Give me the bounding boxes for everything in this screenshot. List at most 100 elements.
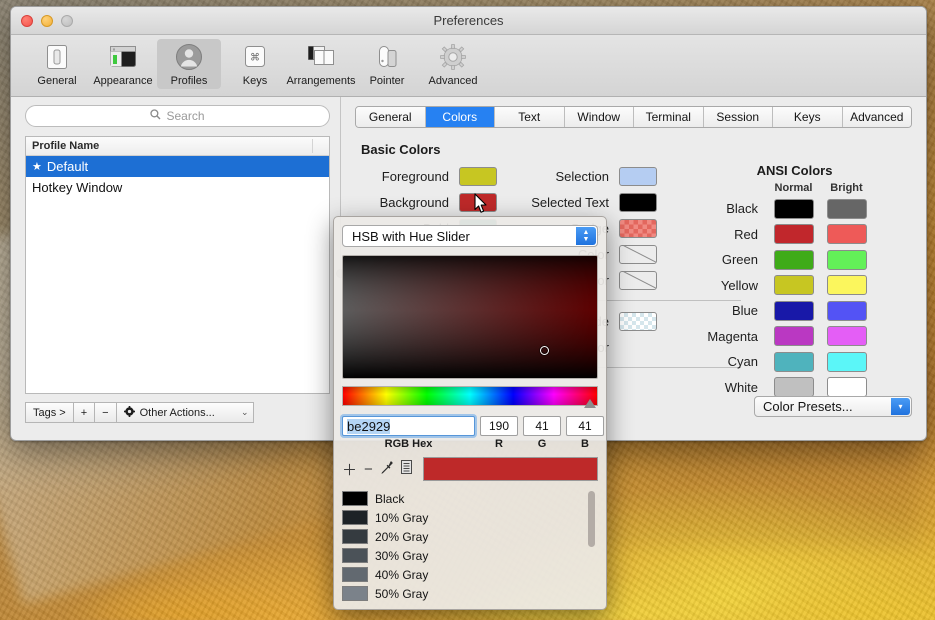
ansi-label: Red	[734, 226, 758, 242]
underline-color-swatch[interactable]	[619, 270, 657, 290]
tab-keys[interactable]: Keys	[773, 107, 843, 127]
ansi-cyan-bright[interactable]	[826, 351, 867, 372]
selection-label: Selection	[555, 168, 609, 184]
swatch-chip	[342, 567, 368, 582]
add-profile-button[interactable]: +	[72, 402, 95, 423]
selected-text-swatch[interactable]	[619, 192, 657, 212]
minus-icon[interactable]: −	[364, 461, 373, 478]
color-field-marker[interactable]	[540, 346, 549, 355]
color-row-foreground: Foreground	[355, 163, 505, 189]
toolbar-item-pointer[interactable]: Pointer	[355, 39, 419, 89]
foreground-swatch[interactable]	[459, 166, 497, 186]
toolbar-item-arrangements[interactable]: Arrangements	[286, 39, 356, 89]
list-item[interactable]: 20% Gray	[342, 527, 598, 546]
ansi-row-green: Green	[707, 247, 882, 273]
tab-text[interactable]: Text	[495, 107, 565, 127]
tab-terminal[interactable]: Terminal	[634, 107, 704, 127]
eyedropper-icon[interactable]	[380, 460, 394, 479]
profile-table[interactable]: Profile Name ★ Default Hotkey Window	[25, 136, 330, 394]
list-icon[interactable]	[400, 460, 412, 478]
tab-advanced[interactable]: Advanced	[842, 107, 911, 127]
toolbar-label: Pointer	[369, 75, 405, 87]
search-input[interactable]: Search	[25, 105, 330, 127]
picker-mode-value: HSB with Hue Slider	[352, 228, 470, 244]
swatch-name: 20% Gray	[375, 529, 429, 544]
ansi-label: Green	[721, 252, 758, 268]
tab-window[interactable]: Window	[564, 107, 634, 127]
ansi-header-bright: Bright	[830, 182, 863, 194]
saturation-brightness-field[interactable]	[342, 255, 598, 379]
ansi-yellow-bright[interactable]	[826, 275, 867, 296]
list-item[interactable]: 10% Gray	[342, 508, 598, 527]
toolbar-item-general[interactable]: General	[25, 39, 89, 89]
swatch-list[interactable]: Black 10% Gray 20% Gray 30% Gray 40% Gra…	[342, 489, 598, 609]
swatch-name: 40% Gray	[375, 567, 429, 582]
toolbar-item-appearance[interactable]: x Appearance	[91, 39, 155, 89]
red-input[interactable]: 190	[480, 416, 518, 436]
plus-icon[interactable]: ＋	[342, 459, 357, 480]
other-actions-menu[interactable]: Other Actions... ⌄	[115, 402, 254, 423]
tab-colors[interactable]: Colors	[425, 107, 495, 127]
arrow-pointer-icon	[474, 193, 488, 214]
ansi-white-normal[interactable]	[773, 377, 814, 398]
ansi-magenta-normal[interactable]	[773, 326, 814, 347]
list-item[interactable]: Black	[342, 489, 598, 508]
background-label: Background	[379, 194, 449, 210]
swatch-list-scrollbar[interactable]	[588, 491, 595, 547]
ansi-row-blue: Blue	[707, 298, 882, 324]
swatch-toolbar: ＋ −	[342, 457, 598, 481]
toolbar-item-keys[interactable]: ⌘ Keys	[223, 39, 287, 89]
tab-general[interactable]: General	[356, 107, 426, 127]
window-titlebar: Preferences	[11, 7, 926, 35]
color-row-selected-text: Selected Text	[505, 189, 665, 215]
guide-swatch[interactable]	[619, 311, 657, 331]
ansi-red-normal[interactable]	[773, 224, 814, 245]
ansi-green-normal[interactable]	[773, 249, 814, 270]
ansi-colors-heading: ANSI Colors	[756, 163, 833, 178]
selection-swatch[interactable]	[619, 166, 657, 186]
blue-input[interactable]: 41	[566, 416, 604, 436]
ansi-magenta-bright[interactable]	[826, 326, 867, 347]
hex-input[interactable]: be2929	[342, 416, 475, 436]
ansi-yellow-normal[interactable]	[773, 275, 814, 296]
ansi-blue-normal[interactable]	[773, 300, 814, 321]
stepper-icon[interactable]: ▲ ▼	[576, 227, 596, 245]
ansi-black-normal[interactable]	[773, 198, 814, 219]
current-color-swatch[interactable]	[422, 457, 598, 481]
tab-session[interactable]: Session	[703, 107, 773, 127]
other-actions-label: Other Actions...	[139, 406, 215, 419]
swatch-name: 50% Gray	[375, 586, 429, 601]
ansi-blue-bright[interactable]	[826, 300, 867, 321]
tags-button[interactable]: Tags >	[25, 402, 73, 423]
list-item[interactable]: 30% Gray	[342, 546, 598, 565]
color-presets-menu[interactable]: Color Presets... ▾	[754, 396, 912, 417]
list-item[interactable]: 40% Gray	[342, 565, 598, 584]
ansi-white-bright[interactable]	[826, 377, 867, 398]
swatch-name: 10% Gray	[375, 510, 429, 525]
color-picker-panel: HSB with Hue Slider ▲ ▼ be2929 RGB Hex 19…	[333, 216, 607, 610]
ansi-black-bright[interactable]	[826, 198, 867, 219]
table-row[interactable]: ★ Default	[26, 156, 329, 177]
ansi-cyan-normal[interactable]	[773, 351, 814, 372]
link-color-swatch[interactable]	[619, 244, 657, 264]
toolbar-item-profiles[interactable]: Profiles	[157, 39, 221, 89]
list-item[interactable]: 50% Gray	[342, 584, 598, 603]
toolbar-item-advanced[interactable]: Advanced	[421, 39, 485, 89]
hue-slider-thumb[interactable]	[584, 399, 596, 408]
hex-value: be2929	[347, 418, 391, 434]
keys-icon: ⌘	[242, 42, 268, 72]
ansi-green-bright[interactable]	[826, 249, 867, 270]
svg-text:x: x	[113, 47, 115, 52]
green-input[interactable]: 41	[523, 416, 561, 436]
swatch-chip	[342, 586, 368, 601]
window-title: Preferences	[433, 13, 504, 28]
search-icon	[150, 109, 161, 123]
picker-mode-select[interactable]: HSB with Hue Slider ▲ ▼	[342, 225, 598, 247]
badge-swatch[interactable]	[619, 218, 657, 238]
ansi-label: Cyan	[727, 354, 758, 370]
hue-slider[interactable]	[342, 386, 598, 408]
remove-profile-button[interactable]: −	[94, 402, 116, 423]
table-row[interactable]: Hotkey Window	[26, 177, 329, 198]
toolbar-label: Arrangements	[286, 75, 356, 87]
ansi-red-bright[interactable]	[826, 224, 867, 245]
